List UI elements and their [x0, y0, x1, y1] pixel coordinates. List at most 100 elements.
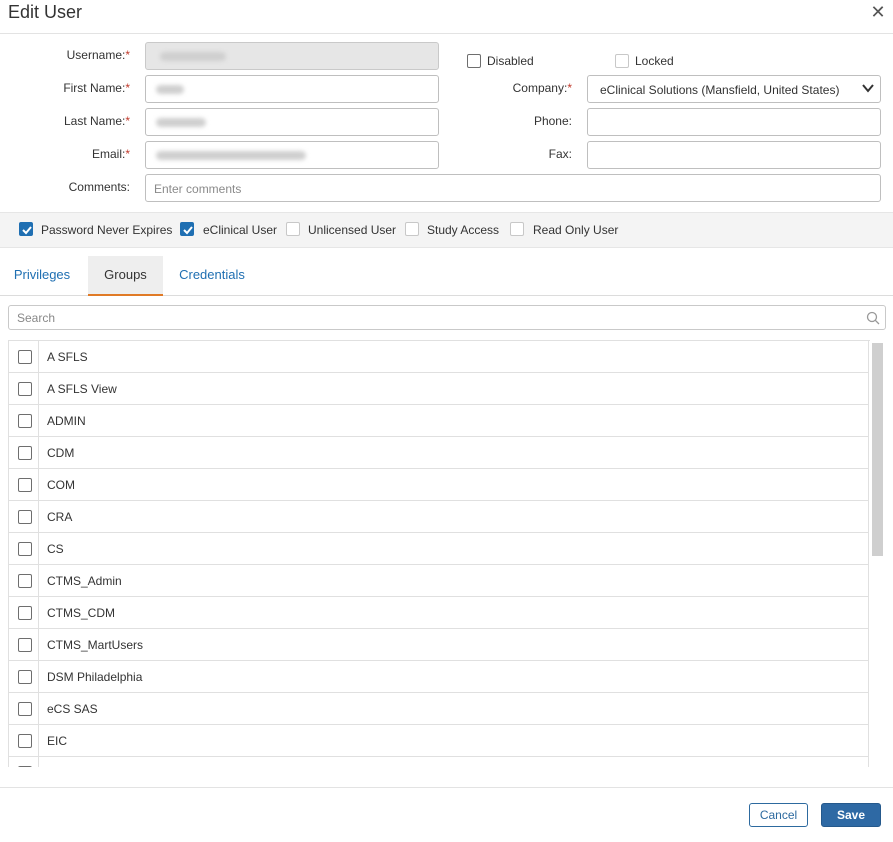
row-border	[868, 437, 869, 469]
phone-label: Phone:	[533, 114, 572, 128]
study-access-label: Study Access	[427, 223, 500, 237]
cancel-button[interactable]: Cancel	[749, 803, 808, 827]
group-checkbox-cell	[9, 565, 39, 597]
row-border	[868, 757, 869, 767]
group-name: CTMS_CDM	[47, 606, 115, 620]
group-checkbox[interactable]	[18, 414, 32, 428]
group-row[interactable]: EIC	[9, 725, 869, 757]
group-row[interactable]: COM	[9, 469, 869, 501]
save-button[interactable]: Save	[821, 803, 881, 827]
close-icon[interactable]: ✕	[868, 2, 888, 22]
row-border	[868, 469, 869, 501]
group-row[interactable]: CDM	[9, 437, 869, 469]
group-checkbox-cell	[9, 437, 39, 469]
fax-field[interactable]	[587, 141, 881, 169]
phone-field[interactable]	[587, 108, 881, 136]
row-border	[868, 725, 869, 757]
group-row[interactable]: ADMIN	[9, 405, 869, 437]
password-never-expires-checkbox[interactable]	[19, 222, 33, 236]
group-checkbox-cell	[9, 373, 39, 405]
group-name: CDM	[47, 446, 75, 460]
group-name: CS	[47, 542, 64, 556]
group-checkbox-cell	[9, 405, 39, 437]
group-checkbox[interactable]	[18, 638, 32, 652]
disabled-label: Disabled	[487, 54, 534, 68]
checkmark-icon	[22, 226, 32, 235]
group-checkbox-cell	[9, 757, 39, 767]
group-checkbox-cell	[9, 661, 39, 693]
group-row[interactable]: A SFLS View	[9, 373, 869, 405]
row-border	[868, 501, 869, 533]
tab-privileges[interactable]: Privileges	[6, 256, 78, 296]
group-row[interactable]: CTMS_MartUsers	[9, 629, 869, 661]
group-checkbox[interactable]	[18, 606, 32, 620]
row-border	[868, 565, 869, 597]
unlicensed-user-checkbox[interactable]	[286, 222, 300, 236]
group-checkbox-cell	[9, 693, 39, 725]
group-name: A SFLS View	[47, 382, 117, 396]
checkmark-icon	[183, 226, 193, 235]
group-checkbox[interactable]	[18, 478, 32, 492]
tab-groups[interactable]: Groups	[88, 256, 163, 296]
footer-divider	[0, 787, 893, 788]
company-select-value: eClinical Solutions (Mansfield, United S…	[600, 83, 840, 97]
last-name-field[interactable]	[145, 108, 439, 136]
group-row[interactable]: A SFLS	[9, 341, 869, 373]
group-row[interactable]: EECSH	[9, 757, 869, 767]
tab-credentials[interactable]: Credentials	[172, 256, 252, 296]
search-icon[interactable]	[866, 311, 880, 325]
group-checkbox[interactable]	[18, 766, 32, 767]
group-row[interactable]: CS	[9, 533, 869, 565]
comments-field[interactable]: Enter comments	[145, 174, 881, 202]
group-row[interactable]: CTMS_CDM	[9, 597, 869, 629]
study-access-checkbox[interactable]	[405, 222, 419, 236]
group-checkbox[interactable]	[18, 574, 32, 588]
group-list-scrollbar[interactable]	[872, 343, 883, 556]
group-row[interactable]: CTMS_Admin	[9, 565, 869, 597]
company-label: Company:*	[512, 81, 572, 95]
group-checkbox[interactable]	[18, 382, 32, 396]
email-field[interactable]	[145, 141, 439, 169]
group-row[interactable]: eCS SAS	[9, 693, 869, 725]
group-checkbox[interactable]	[18, 350, 32, 364]
password-never-expires-label: Password Never Expires	[41, 223, 173, 237]
group-checkbox[interactable]	[18, 542, 32, 556]
group-name: eCS SAS	[47, 702, 98, 716]
group-name: CTMS_MartUsers	[47, 638, 144, 652]
eclinical-user-checkbox[interactable]	[180, 222, 194, 236]
group-checkbox[interactable]	[18, 510, 32, 524]
comments-label: Comments:	[68, 180, 130, 194]
group-checkbox[interactable]	[18, 670, 32, 684]
username-field	[145, 42, 439, 70]
group-search-input[interactable]: Search	[8, 305, 886, 330]
first-name-label: First Name:*	[63, 81, 130, 95]
locked-checkbox[interactable]	[615, 54, 629, 68]
group-list[interactable]: A SFLS A SFLS View ADMIN CDM COM CRA CS CTMS_Ad…	[8, 340, 870, 767]
company-select[interactable]: eClinical Solutions (Mansfield, United S…	[587, 75, 881, 103]
row-border	[868, 405, 869, 437]
group-checkbox-cell	[9, 629, 39, 661]
group-name: CTMS_Admin	[47, 574, 122, 588]
unlicensed-user-label: Unlicensed User	[308, 223, 397, 237]
disabled-checkbox[interactable]	[467, 54, 481, 68]
group-row[interactable]: DSM Philadelphia	[9, 661, 869, 693]
group-name: COM	[47, 478, 75, 492]
username-label: Username:*	[66, 48, 130, 62]
row-border	[868, 629, 869, 661]
row-border	[868, 373, 869, 405]
first-name-field[interactable]	[145, 75, 439, 103]
group-checkbox-cell	[9, 533, 39, 565]
row-border	[868, 693, 869, 725]
read-only-user-checkbox[interactable]	[510, 222, 524, 236]
email-label: Email:*	[91, 147, 130, 161]
group-row[interactable]: CRA	[9, 501, 869, 533]
group-name: EECSH	[47, 766, 88, 767]
group-checkbox[interactable]	[18, 446, 32, 460]
group-checkbox[interactable]	[18, 734, 32, 748]
group-checkbox[interactable]	[18, 702, 32, 716]
group-name: EIC	[47, 734, 68, 748]
group-name: DSM Philadelphia	[47, 670, 143, 684]
group-checkbox-cell	[9, 501, 39, 533]
group-checkbox-cell	[9, 341, 39, 373]
row-border	[868, 597, 869, 629]
